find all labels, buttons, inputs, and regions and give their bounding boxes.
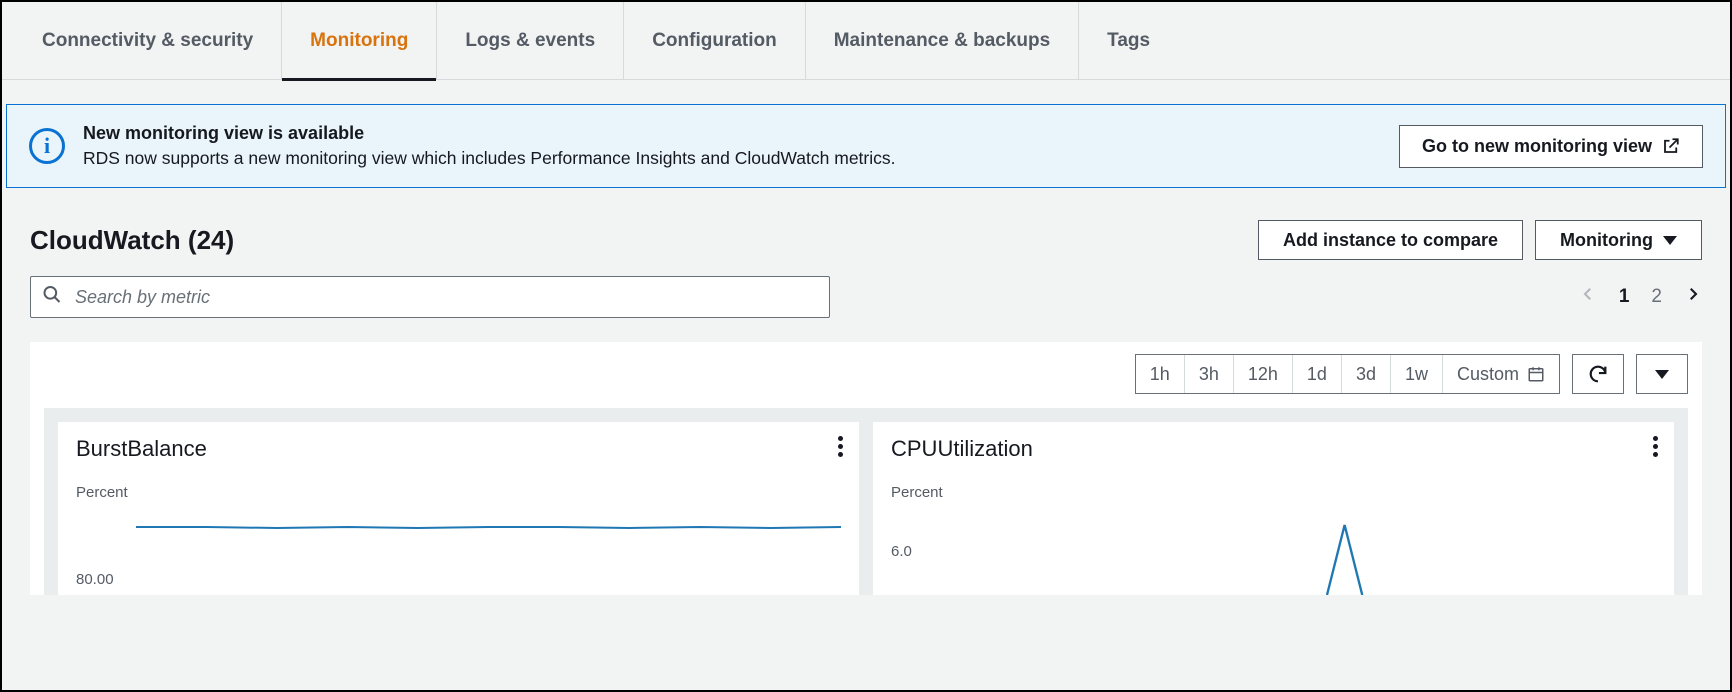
search-wrap — [30, 276, 830, 318]
info-icon: i — [29, 128, 65, 164]
chart-title: BurstBalance — [76, 436, 841, 462]
chart-line — [951, 515, 1656, 595]
kebab-icon — [1653, 436, 1658, 457]
banner-description: RDS now supports a new monitoring view w… — [83, 148, 1381, 169]
tab-label: Tags — [1107, 30, 1150, 52]
time-3d[interactable]: 3d — [1342, 355, 1391, 393]
time-3h[interactable]: 3h — [1185, 355, 1234, 393]
button-label: Monitoring — [1560, 230, 1653, 251]
tab-configuration[interactable]: Configuration — [624, 2, 806, 80]
section-header: CloudWatch (24) Add instance to compare … — [2, 188, 1730, 270]
refresh-button[interactable] — [1572, 354, 1624, 394]
external-link-icon — [1662, 137, 1680, 155]
tab-maintenance-backups[interactable]: Maintenance & backups — [806, 2, 1079, 80]
tabs-bar: Connectivity & security Monitoring Logs … — [2, 2, 1730, 80]
chart-unit: Percent — [76, 484, 841, 501]
chart-body: 80.00 — [76, 515, 841, 595]
time-1d[interactable]: 1d — [1293, 355, 1342, 393]
tab-label: Maintenance & backups — [834, 30, 1050, 52]
time-range-bar: 1h 3h 12h 1d 3d 1w Custom — [44, 354, 1688, 394]
time-label: 3h — [1199, 364, 1219, 385]
paginator: 1 2 — [1579, 285, 1702, 309]
banner-title: New monitoring view is available — [83, 123, 1381, 144]
tab-monitoring[interactable]: Monitoring — [282, 2, 437, 80]
chart-menu-button[interactable] — [1653, 436, 1658, 457]
chart-title: CPUUtilization — [891, 436, 1656, 462]
next-page-button[interactable] — [1684, 285, 1702, 309]
time-label: 12h — [1248, 364, 1278, 385]
chart-unit: Percent — [891, 484, 1656, 501]
search-icon — [42, 285, 62, 310]
monitoring-dropdown-button[interactable]: Monitoring — [1535, 220, 1702, 260]
chart-row: BurstBalance Percent 80.00 CPUUtilizatio… — [44, 408, 1688, 595]
chart-body: 6.0 — [891, 515, 1656, 595]
page-2[interactable]: 2 — [1651, 286, 1662, 308]
tab-label: Monitoring — [310, 30, 408, 52]
caret-down-icon — [1655, 370, 1669, 379]
time-1h[interactable]: 1h — [1136, 355, 1185, 393]
y-tick-label: 80.00 — [76, 571, 114, 588]
info-banner: i New monitoring view is available RDS n… — [6, 104, 1726, 188]
button-label: Go to new monitoring view — [1422, 136, 1652, 157]
chart-menu-button[interactable] — [838, 436, 843, 457]
calendar-icon — [1527, 365, 1545, 383]
time-12h[interactable]: 12h — [1234, 355, 1293, 393]
chart-card-burstbalance: BurstBalance Percent 80.00 — [58, 422, 859, 595]
time-label: Custom — [1457, 364, 1519, 385]
chart-card-cpuutilization: CPUUtilization Percent 6.0 — [873, 422, 1674, 595]
time-label: 1w — [1405, 364, 1428, 385]
tab-label: Configuration — [652, 30, 777, 52]
go-to-new-monitoring-view-button[interactable]: Go to new monitoring view — [1399, 125, 1703, 168]
time-label: 1h — [1150, 364, 1170, 385]
actions-dropdown-button[interactable] — [1636, 354, 1688, 394]
metrics-panel: 1h 3h 12h 1d 3d 1w Custom — [30, 342, 1702, 595]
banner-text: New monitoring view is available RDS now… — [83, 123, 1381, 169]
add-instance-to-compare-button[interactable]: Add instance to compare — [1258, 220, 1523, 260]
prev-page-button[interactable] — [1579, 285, 1597, 309]
time-range-group: 1h 3h 12h 1d 3d 1w Custom — [1135, 354, 1560, 394]
page-1[interactable]: 1 — [1619, 286, 1630, 308]
section-title: CloudWatch (24) — [30, 225, 234, 256]
tab-connectivity-security[interactable]: Connectivity & security — [14, 2, 282, 80]
kebab-icon — [838, 436, 843, 457]
tab-logs-events[interactable]: Logs & events — [437, 2, 624, 80]
tab-label: Logs & events — [465, 30, 595, 52]
search-input[interactable] — [30, 276, 830, 318]
time-custom[interactable]: Custom — [1443, 355, 1559, 393]
tab-tags[interactable]: Tags — [1079, 2, 1178, 80]
tab-label: Connectivity & security — [42, 30, 253, 52]
button-label: Add instance to compare — [1283, 230, 1498, 251]
chart-line — [136, 515, 841, 595]
time-1w[interactable]: 1w — [1391, 355, 1443, 393]
header-actions: Add instance to compare Monitoring — [1258, 220, 1702, 260]
time-label: 3d — [1356, 364, 1376, 385]
time-label: 1d — [1307, 364, 1327, 385]
y-tick-label: 6.0 — [891, 543, 912, 560]
caret-down-icon — [1663, 236, 1677, 245]
tools-row: 1 2 — [2, 270, 1730, 330]
